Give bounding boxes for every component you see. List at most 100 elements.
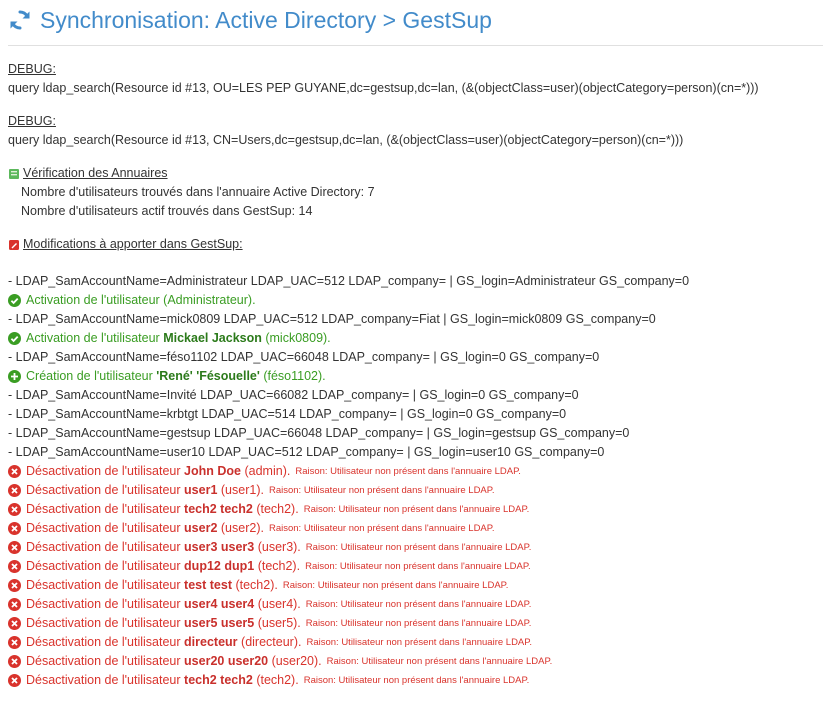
deactivation-reason: Raison: Utilisateur non présent dans l'a…	[268, 523, 495, 534]
deactivation-user-name: user3 user3	[184, 540, 255, 554]
times-circle-icon	[8, 503, 21, 516]
ldap-line: - LDAP_SamAccountName=Administrateur LDA…	[8, 274, 690, 288]
deactivation-login: (tech2).	[257, 559, 301, 573]
debug-label: DEBUG:	[8, 62, 56, 76]
times-circle-icon	[8, 655, 21, 668]
deactivation-line: Désactivation de l'utilisateur user2 (us…	[8, 519, 831, 538]
modifications-section-title: Modifications à apporter dans GestSup:	[8, 235, 831, 254]
deactivation-line: Désactivation de l'utilisateur John Doe …	[8, 462, 831, 481]
deactivation-reason: Raison: Utilisateur non présent dans l'a…	[305, 542, 532, 553]
deactivation-prefix: Désactivation de l'utilisateur	[26, 654, 181, 668]
times-circle-icon	[8, 484, 21, 497]
ldap-line: - LDAP_SamAccountName=Invité LDAP_UAC=66…	[8, 388, 579, 402]
deactivation-login: (tech2).	[235, 578, 278, 592]
deactivation-line: Désactivation de l'utilisateur user3 use…	[8, 538, 831, 557]
times-circle-icon	[8, 465, 21, 478]
divider	[8, 45, 823, 46]
debug-block: DEBUG: query ldap_search(Resource id #13…	[8, 112, 831, 150]
debug-block: DEBUG: query ldap_search(Resource id #13…	[8, 60, 831, 98]
deactivation-user-name: user1	[184, 483, 218, 497]
deactivation-prefix: Désactivation de l'utilisateur	[26, 502, 181, 516]
deactivation-login: (tech2).	[256, 502, 299, 516]
deactivation-list: Désactivation de l'utilisateur John Doe …	[8, 462, 831, 690]
modifications-title: Modifications à apporter dans GestSup:	[23, 237, 243, 251]
deactivation-user-name: user2	[184, 521, 218, 535]
deactivation-login: (user1).	[220, 483, 264, 497]
deactivation-prefix: Désactivation de l'utilisateur	[26, 559, 181, 573]
page-title-text: Synchronisation: Active Directory > Gest…	[40, 6, 492, 33]
ldap-line: - LDAP_SamAccountName=krbtgt LDAP_UAC=51…	[8, 407, 567, 421]
page-title: Synchronisation: Active Directory > Gest…	[8, 0, 831, 40]
deactivation-line: Désactivation de l'utilisateur dup12 dup…	[8, 557, 831, 576]
deactivation-login: (user3).	[257, 540, 301, 554]
activation-line: Activation de l'utilisateur Mickael Jack…	[8, 329, 831, 348]
deactivation-prefix: Désactivation de l'utilisateur	[26, 464, 181, 478]
deactivation-prefix: Désactivation de l'utilisateur	[26, 597, 181, 611]
gestsup-user-count: Nombre d'utilisateurs actif trouvés dans…	[21, 204, 313, 218]
deactivation-reason: Raison: Utilisateur non présent dans l'a…	[295, 466, 521, 477]
deactivation-line: Désactivation de l'utilisateur user4 use…	[8, 595, 831, 614]
deactivation-prefix: Désactivation de l'utilisateur	[26, 521, 181, 535]
ldap-line: - LDAP_SamAccountName=féso1102 LDAP_UAC=…	[8, 350, 600, 364]
modifications-log: - LDAP_SamAccountName=Administrateur LDA…	[8, 272, 831, 690]
deactivation-user-name: user4 user4	[184, 597, 255, 611]
deactivation-reason: Raison: Utilisateur non présent dans l'a…	[268, 485, 495, 496]
verification-section-title: Vérification des Annuaires	[8, 164, 831, 183]
plus-circle-icon	[8, 370, 21, 383]
deactivation-user-name: directeur	[184, 635, 238, 649]
verification-title: Vérification des Annuaires	[23, 166, 168, 180]
deactivation-user-name: tech2 tech2	[184, 673, 253, 687]
debug-query: query ldap_search(Resource id #13, CN=Us…	[8, 133, 684, 147]
deactivation-line: Désactivation de l'utilisateur test test…	[8, 576, 831, 595]
deactivation-line: Désactivation de l'utilisateur tech2 tec…	[8, 500, 831, 519]
deactivation-reason: Raison: Utilisateur non présent dans l'a…	[303, 675, 530, 686]
sync-page: Synchronisation: Active Directory > Gest…	[0, 0, 831, 690]
deactivation-reason: Raison: Utilisateur non présent dans l'a…	[282, 580, 509, 591]
deactivation-line: Désactivation de l'utilisateur user1 (us…	[8, 481, 831, 500]
deactivation-login: (user5).	[257, 616, 301, 630]
ldap-line: - LDAP_SamAccountName=user10 LDAP_UAC=51…	[8, 445, 605, 459]
deactivation-line: Désactivation de l'utilisateur tech2 tec…	[8, 671, 831, 690]
deactivation-prefix: Désactivation de l'utilisateur	[26, 616, 181, 630]
deactivation-reason: Raison: Utilisateur non présent dans l'a…	[306, 637, 533, 648]
deactivation-user-name: user5 user5	[184, 616, 255, 630]
edit-icon	[9, 239, 19, 250]
deactivation-reason: Raison: Utilisateur non présent dans l'a…	[305, 618, 532, 629]
times-circle-icon	[8, 674, 21, 687]
deactivation-prefix: Désactivation de l'utilisateur	[26, 483, 181, 497]
deactivation-line: Désactivation de l'utilisateur user20 us…	[8, 652, 831, 671]
deactivation-prefix: Désactivation de l'utilisateur	[26, 540, 181, 554]
deactivation-user-name: dup12 dup1	[184, 559, 255, 573]
ldap-line: - LDAP_SamAccountName=gestsup LDAP_UAC=6…	[8, 426, 630, 440]
ldap-line: - LDAP_SamAccountName=mick0809 LDAP_UAC=…	[8, 312, 656, 326]
deactivation-login: (directeur).	[241, 635, 302, 649]
deactivation-login: (tech2).	[256, 673, 299, 687]
times-circle-icon	[8, 560, 21, 573]
check-circle-icon	[8, 332, 21, 345]
times-circle-icon	[8, 522, 21, 535]
times-circle-icon	[8, 541, 21, 554]
deactivation-line: Désactivation de l'utilisateur user5 use…	[8, 614, 831, 633]
deactivation-login: (admin).	[244, 464, 291, 478]
sync-icon	[10, 10, 30, 30]
deactivation-line: Désactivation de l'utilisateur directeur…	[8, 633, 831, 652]
deactivation-user-name: test test	[184, 578, 232, 592]
deactivation-prefix: Désactivation de l'utilisateur	[26, 673, 181, 687]
debug-query: query ldap_search(Resource id #13, OU=LE…	[8, 81, 759, 95]
times-circle-icon	[8, 617, 21, 630]
deactivation-reason: Raison: Utilisateur non présent dans l'a…	[305, 599, 532, 610]
times-circle-icon	[8, 579, 21, 592]
deactivation-reason: Raison: Utilisateur non présent dans l'a…	[305, 561, 531, 572]
deactivation-login: (user20).	[271, 654, 322, 668]
debug-label: DEBUG:	[8, 114, 56, 128]
deactivation-user-name: John Doe	[184, 464, 241, 478]
deactivation-login: (user2).	[220, 521, 264, 535]
times-circle-icon	[8, 636, 21, 649]
deactivation-user-name: user20 user20	[184, 654, 269, 668]
deactivation-prefix: Désactivation de l'utilisateur	[26, 578, 181, 592]
book-icon	[9, 168, 19, 179]
activation-line: Activation de l'utilisateur (Administrat…	[8, 291, 831, 310]
deactivation-prefix: Désactivation de l'utilisateur	[26, 635, 181, 649]
ad-user-count: Nombre d'utilisateurs trouvés dans l'ann…	[21, 185, 375, 199]
deactivation-user-name: tech2 tech2	[184, 502, 253, 516]
